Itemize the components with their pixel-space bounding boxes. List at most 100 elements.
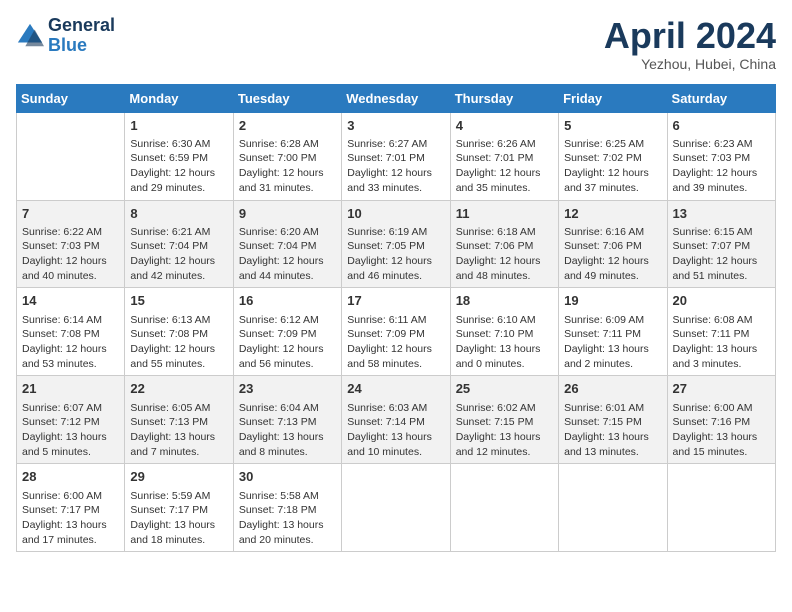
- day-number: 17: [347, 292, 444, 310]
- day-number: 22: [130, 380, 227, 398]
- calendar-cell: 11 Sunrise: 6:18 AM Sunset: 7:06 PM Dayli…: [450, 200, 558, 288]
- day-info: Sunrise: 6:07 AM Sunset: 7:12 PM Dayligh…: [22, 401, 119, 460]
- calendar-cell: 1 Sunrise: 6:30 AM Sunset: 6:59 PM Daylig…: [125, 112, 233, 200]
- col-header-tuesday: Tuesday: [233, 84, 341, 112]
- calendar-cell: [667, 464, 775, 552]
- day-info: Sunrise: 6:26 AM Sunset: 7:01 PM Dayligh…: [456, 137, 553, 196]
- day-info: Sunrise: 6:11 AM Sunset: 7:09 PM Dayligh…: [347, 313, 444, 372]
- col-header-sunday: Sunday: [17, 84, 125, 112]
- calendar-cell: 15 Sunrise: 6:13 AM Sunset: 7:08 PM Dayli…: [125, 288, 233, 376]
- day-number: 13: [673, 205, 770, 223]
- calendar-week-row: 14 Sunrise: 6:14 AM Sunset: 7:08 PM Dayli…: [17, 288, 776, 376]
- calendar-cell: 20Sunrise: 6:08 AM Sunset: 7:11 PM Dayli…: [667, 288, 775, 376]
- day-info: Sunrise: 6:01 AM Sunset: 7:15 PM Dayligh…: [564, 401, 661, 460]
- day-number: 14: [22, 292, 119, 310]
- day-info: Sunrise: 6:27 AM Sunset: 7:01 PM Dayligh…: [347, 137, 444, 196]
- calendar-cell: 13 Sunrise: 6:15 AM Sunset: 7:07 PM Dayli…: [667, 200, 775, 288]
- day-info: Sunrise: 6:30 AM Sunset: 6:59 PM Dayligh…: [130, 137, 227, 196]
- logo: General Blue: [16, 16, 115, 56]
- col-header-thursday: Thursday: [450, 84, 558, 112]
- day-info: Sunrise: 6:18 AM Sunset: 7:06 PM Dayligh…: [456, 225, 553, 284]
- calendar-cell: [17, 112, 125, 200]
- calendar-cell: 14 Sunrise: 6:14 AM Sunset: 7:08 PM Dayli…: [17, 288, 125, 376]
- calendar-cell: 16Sunrise: 6:12 AM Sunset: 7:09 PM Dayli…: [233, 288, 341, 376]
- day-info: Sunrise: 6:16 AM Sunset: 7:06 PM Dayligh…: [564, 225, 661, 284]
- day-number: 4: [456, 117, 553, 135]
- day-number: 8: [130, 205, 227, 223]
- day-number: 26: [564, 380, 661, 398]
- calendar-week-row: 7Sunrise: 6:22 AM Sunset: 7:03 PM Daylig…: [17, 200, 776, 288]
- day-number: 6: [673, 117, 770, 135]
- logo-text-general: General: [48, 16, 115, 36]
- calendar-cell: 28 Sunrise: 6:00 AM Sunset: 7:17 PM Dayli…: [17, 464, 125, 552]
- calendar-cell: 12Sunrise: 6:16 AM Sunset: 7:06 PM Dayli…: [559, 200, 667, 288]
- day-info: Sunrise: 6:14 AM Sunset: 7:08 PM Dayligh…: [22, 313, 119, 372]
- day-number: 19: [564, 292, 661, 310]
- calendar-week-row: 28 Sunrise: 6:00 AM Sunset: 7:17 PM Dayli…: [17, 464, 776, 552]
- calendar-cell: 30 Sunrise: 5:58 AM Sunset: 7:18 PM Dayli…: [233, 464, 341, 552]
- day-info: Sunrise: 6:25 AM Sunset: 7:02 PM Dayligh…: [564, 137, 661, 196]
- calendar-cell: 10Sunrise: 6:19 AM Sunset: 7:05 PM Dayli…: [342, 200, 450, 288]
- calendar-cell: 19 Sunrise: 6:09 AM Sunset: 7:11 PM Dayli…: [559, 288, 667, 376]
- calendar-cell: 4 Sunrise: 6:26 AM Sunset: 7:01 PM Daylig…: [450, 112, 558, 200]
- col-header-saturday: Saturday: [667, 84, 775, 112]
- page-header: General Blue April 2024 Yezhou, Hubei, C…: [16, 16, 776, 72]
- calendar-cell: 25 Sunrise: 6:02 AM Sunset: 7:15 PM Dayli…: [450, 376, 558, 464]
- day-number: 11: [456, 205, 553, 223]
- day-number: 25: [456, 380, 553, 398]
- day-number: 3: [347, 117, 444, 135]
- day-info: Sunrise: 5:58 AM Sunset: 7:18 PM Dayligh…: [239, 489, 336, 548]
- calendar-cell: 22 Sunrise: 6:05 AM Sunset: 7:13 PM Dayli…: [125, 376, 233, 464]
- day-number: 1: [130, 117, 227, 135]
- calendar-cell: 3 Sunrise: 6:27 AM Sunset: 7:01 PM Daylig…: [342, 112, 450, 200]
- calendar-table: SundayMondayTuesdayWednesdayThursdayFrid…: [16, 84, 776, 553]
- day-number: 23: [239, 380, 336, 398]
- day-info: Sunrise: 5:59 AM Sunset: 7:17 PM Dayligh…: [130, 489, 227, 548]
- day-number: 24: [347, 380, 444, 398]
- calendar-cell: [559, 464, 667, 552]
- day-number: 9: [239, 205, 336, 223]
- day-info: Sunrise: 6:09 AM Sunset: 7:11 PM Dayligh…: [564, 313, 661, 372]
- day-number: 30: [239, 468, 336, 486]
- calendar-cell: 29 Sunrise: 5:59 AM Sunset: 7:17 PM Dayli…: [125, 464, 233, 552]
- day-number: 29: [130, 468, 227, 486]
- calendar-cell: 5 Sunrise: 6:25 AM Sunset: 7:02 PM Daylig…: [559, 112, 667, 200]
- day-number: 15: [130, 292, 227, 310]
- day-number: 5: [564, 117, 661, 135]
- day-info: Sunrise: 6:19 AM Sunset: 7:05 PM Dayligh…: [347, 225, 444, 284]
- day-info: Sunrise: 6:05 AM Sunset: 7:13 PM Dayligh…: [130, 401, 227, 460]
- calendar-cell: 7Sunrise: 6:22 AM Sunset: 7:03 PM Daylig…: [17, 200, 125, 288]
- day-number: 28: [22, 468, 119, 486]
- calendar-header-row: SundayMondayTuesdayWednesdayThursdayFrid…: [17, 84, 776, 112]
- day-info: Sunrise: 6:20 AM Sunset: 7:04 PM Dayligh…: [239, 225, 336, 284]
- calendar-cell: 27Sunrise: 6:00 AM Sunset: 7:16 PM Dayli…: [667, 376, 775, 464]
- calendar-cell: [450, 464, 558, 552]
- calendar-cell: 6 Sunrise: 6:23 AM Sunset: 7:03 PM Daylig…: [667, 112, 775, 200]
- calendar-cell: 18Sunrise: 6:10 AM Sunset: 7:10 PM Dayli…: [450, 288, 558, 376]
- day-info: Sunrise: 6:22 AM Sunset: 7:03 PM Dayligh…: [22, 225, 119, 284]
- day-info: Sunrise: 6:02 AM Sunset: 7:15 PM Dayligh…: [456, 401, 553, 460]
- day-info: Sunrise: 6:08 AM Sunset: 7:11 PM Dayligh…: [673, 313, 770, 372]
- logo-icon: [16, 22, 44, 50]
- calendar-cell: 9 Sunrise: 6:20 AM Sunset: 7:04 PM Daylig…: [233, 200, 341, 288]
- calendar-cell: 24Sunrise: 6:03 AM Sunset: 7:14 PM Dayli…: [342, 376, 450, 464]
- day-info: Sunrise: 6:15 AM Sunset: 7:07 PM Dayligh…: [673, 225, 770, 284]
- col-header-monday: Monday: [125, 84, 233, 112]
- col-header-wednesday: Wednesday: [342, 84, 450, 112]
- day-number: 18: [456, 292, 553, 310]
- month-title: April 2024: [604, 16, 776, 56]
- day-info: Sunrise: 6:23 AM Sunset: 7:03 PM Dayligh…: [673, 137, 770, 196]
- day-info: Sunrise: 6:00 AM Sunset: 7:17 PM Dayligh…: [22, 489, 119, 548]
- day-number: 27: [673, 380, 770, 398]
- calendar-week-row: 1 Sunrise: 6:30 AM Sunset: 6:59 PM Daylig…: [17, 112, 776, 200]
- day-number: 2: [239, 117, 336, 135]
- title-block: April 2024 Yezhou, Hubei, China: [604, 16, 776, 72]
- calendar-cell: 23Sunrise: 6:04 AM Sunset: 7:13 PM Dayli…: [233, 376, 341, 464]
- day-number: 21: [22, 380, 119, 398]
- calendar-week-row: 21 Sunrise: 6:07 AM Sunset: 7:12 PM Dayli…: [17, 376, 776, 464]
- calendar-cell: 26 Sunrise: 6:01 AM Sunset: 7:15 PM Dayli…: [559, 376, 667, 464]
- day-info: Sunrise: 6:28 AM Sunset: 7:00 PM Dayligh…: [239, 137, 336, 196]
- day-info: Sunrise: 6:13 AM Sunset: 7:08 PM Dayligh…: [130, 313, 227, 372]
- day-number: 16: [239, 292, 336, 310]
- calendar-cell: 2 Sunrise: 6:28 AM Sunset: 7:00 PM Daylig…: [233, 112, 341, 200]
